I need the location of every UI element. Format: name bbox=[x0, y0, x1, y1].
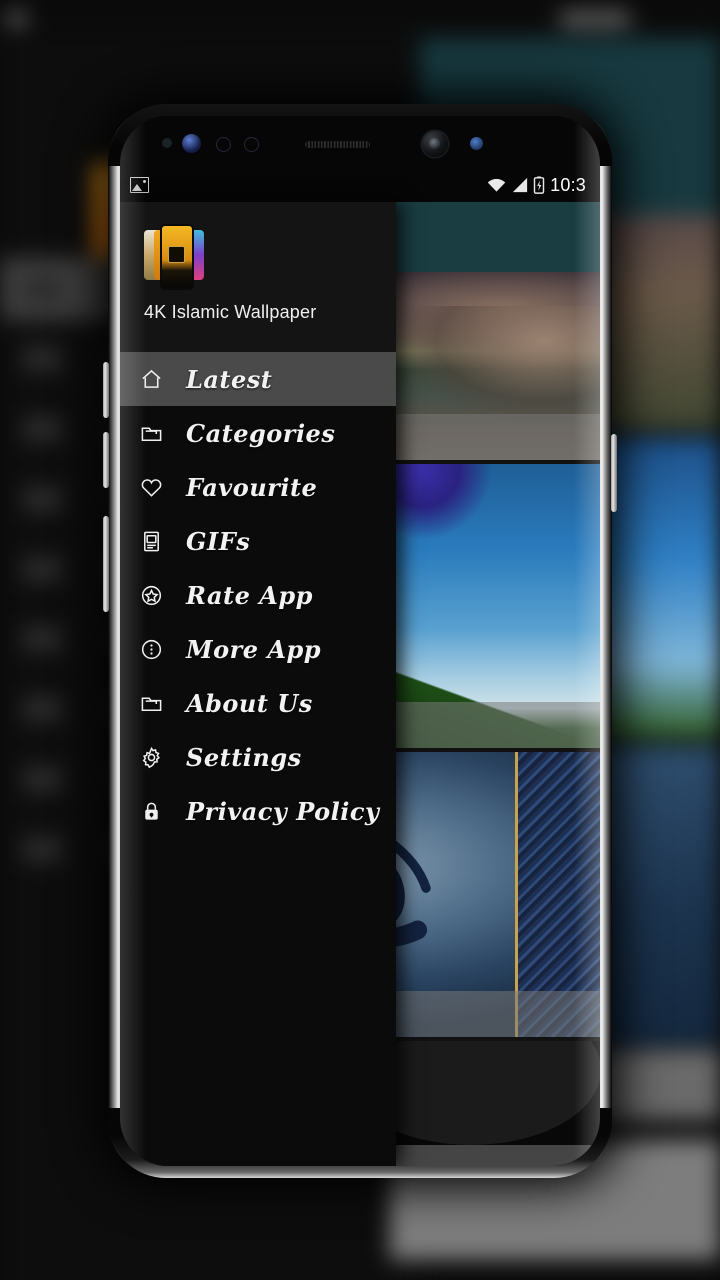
drawer-item-privacy-policy[interactable]: Privacy Policy bbox=[120, 784, 396, 838]
assistant-button[interactable] bbox=[103, 516, 109, 612]
folder-icon bbox=[140, 692, 174, 715]
phone-top-bezel bbox=[120, 116, 600, 168]
proximity-sensor bbox=[162, 138, 172, 148]
heart-icon bbox=[140, 476, 174, 499]
status-bar-time: 10:3 bbox=[550, 174, 586, 195]
home-icon bbox=[140, 368, 174, 391]
drawer-item-favourite[interactable]: Favourite bbox=[120, 460, 396, 514]
wifi-icon bbox=[487, 178, 506, 192]
more-vertical-circle-icon bbox=[140, 638, 174, 661]
app-title: 4K Islamic Wallpaper bbox=[144, 302, 317, 322]
front-camera-icon bbox=[422, 131, 448, 157]
drawer-item-label: Categories bbox=[186, 418, 336, 448]
drawer-item-more-app[interactable]: More App bbox=[120, 622, 396, 676]
app-logo-icon bbox=[144, 224, 206, 290]
earpiece-speaker bbox=[305, 141, 370, 148]
drawer-item-label: Favourite bbox=[186, 472, 318, 502]
status-bar: 10:3 bbox=[120, 168, 600, 202]
drawer-item-label: About Us bbox=[186, 688, 313, 718]
drawer-item-settings[interactable]: Settings bbox=[120, 730, 396, 784]
drawer-item-categories[interactable]: Categories bbox=[120, 406, 396, 460]
drawer-item-label: Settings bbox=[186, 742, 302, 772]
drawer-item-label: Latest bbox=[186, 364, 273, 394]
drawer-item-label: Rate App bbox=[186, 580, 313, 610]
star-circle-icon bbox=[140, 584, 174, 607]
drawer-menu: Latest Categories Favourite GIFs Rate Ap… bbox=[120, 352, 396, 838]
sensor-ring-one bbox=[216, 137, 231, 152]
signal-icon bbox=[513, 177, 528, 193]
drawer-item-about-us[interactable]: About Us bbox=[120, 676, 396, 730]
background-statusbar-icon bbox=[8, 12, 26, 26]
app-content-area: 1 2 bbox=[120, 202, 600, 1166]
phone-screen: 10:3 1 bbox=[120, 168, 600, 1166]
drawer-item-gifs[interactable]: GIFs bbox=[120, 514, 396, 568]
lock-icon bbox=[140, 800, 174, 823]
phone-body: 10:3 1 bbox=[103, 104, 617, 1178]
sensor-ring-two bbox=[244, 137, 259, 152]
drawer-item-label: GIFs bbox=[186, 526, 251, 556]
phone-screen-surround: 10:3 1 bbox=[120, 116, 600, 1166]
volume-up-button[interactable] bbox=[103, 362, 109, 418]
volume-down-button[interactable] bbox=[103, 432, 109, 488]
notification-led bbox=[470, 137, 483, 150]
gear-icon bbox=[140, 746, 174, 769]
drawer-item-label: More App bbox=[186, 634, 322, 664]
drawer-item-latest[interactable]: Latest bbox=[120, 352, 396, 406]
phone-mockup: 10:3 1 bbox=[103, 104, 617, 1178]
drawer-header: 4K Islamic Wallpaper bbox=[120, 202, 396, 352]
screenshot-image-icon bbox=[130, 177, 149, 193]
drawer-item-label: Privacy Policy bbox=[186, 796, 380, 826]
navigation-drawer: 4K Islamic Wallpaper Latest Categories F… bbox=[120, 202, 396, 1166]
battery-charging-icon bbox=[533, 176, 545, 194]
folder-icon bbox=[140, 422, 174, 445]
background-statusbar-right bbox=[560, 12, 630, 26]
drawer-item-rate-app[interactable]: Rate App bbox=[120, 568, 396, 622]
gif-icon bbox=[140, 530, 174, 553]
power-button[interactable] bbox=[611, 434, 617, 512]
iris-scanner bbox=[182, 134, 201, 153]
